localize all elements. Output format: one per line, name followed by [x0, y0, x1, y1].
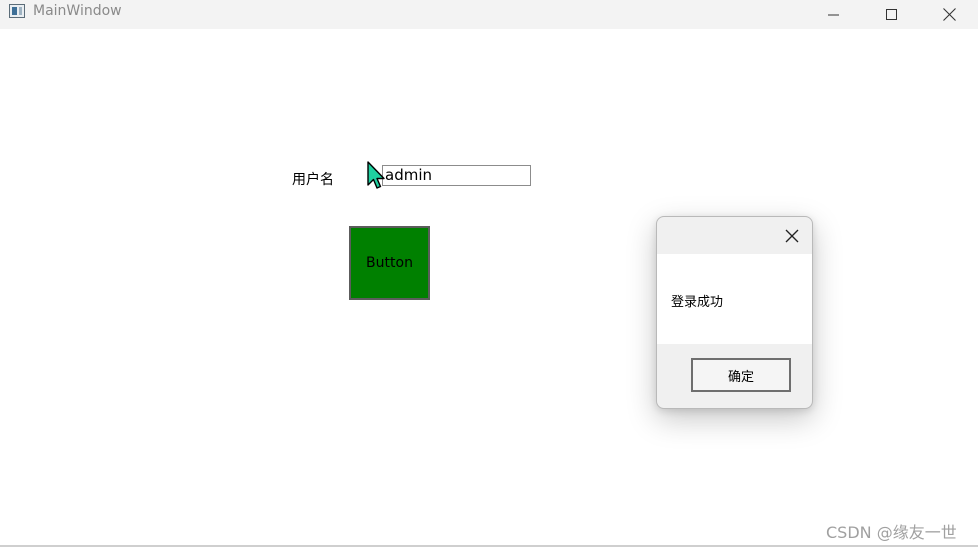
mouse-cursor-icon [367, 161, 385, 189]
close-icon [785, 229, 799, 243]
maximize-button[interactable] [863, 0, 921, 29]
dialog-close-button[interactable] [778, 223, 806, 249]
app-window-icon [9, 4, 25, 18]
minimize-icon [828, 14, 839, 15]
green-button-label: Button [366, 255, 413, 271]
close-button[interactable] [920, 0, 978, 29]
maximize-icon [886, 8, 897, 20]
dialog-ok-label: 确定 [727, 369, 754, 385]
green-button[interactable]: Button [349, 226, 430, 300]
title-bar: MainWindow [0, 0, 978, 29]
username-input[interactable]: admin [382, 165, 531, 186]
message-dialog: 登录成功 确定 [656, 216, 813, 409]
minimize-button[interactable] [805, 0, 863, 29]
dialog-ok-button[interactable]: 确定 [691, 358, 791, 392]
window-title: MainWindow [33, 3, 122, 19]
watermark-text: CSDN @缘友一世 [826, 523, 957, 542]
close-icon [942, 8, 956, 21]
username-label: 用户名 [292, 172, 334, 188]
dialog-body: 登录成功 [657, 254, 812, 344]
dialog-message: 登录成功 [671, 295, 724, 310]
